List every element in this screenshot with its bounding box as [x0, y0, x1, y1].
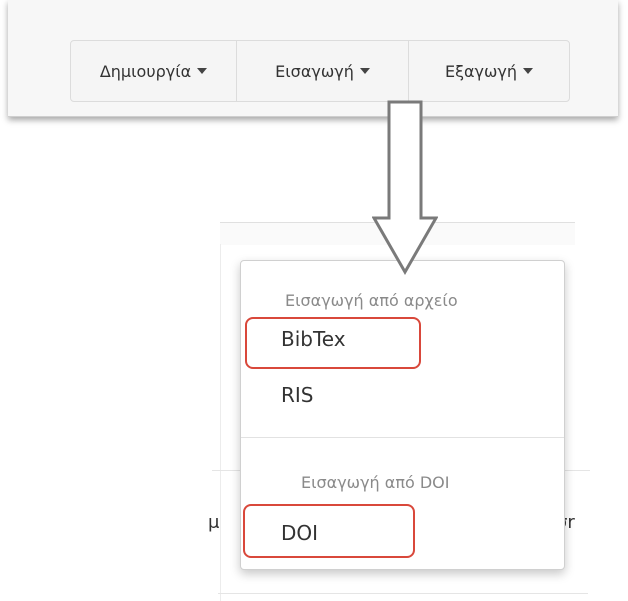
import-button-label: Εισαγωγή	[275, 61, 354, 81]
create-button-label: Δημιουργία	[99, 61, 192, 81]
import-from-file-header: Εισαγωγή από αρχείο	[285, 291, 458, 310]
background-bottom-line	[218, 593, 588, 594]
down-arrow-icon	[372, 100, 438, 275]
export-dropdown-button[interactable]: Εξαγωγή	[409, 41, 569, 101]
toolbar-button-group: Δημιουργία Εισαγωγή Εξαγωγή	[70, 40, 570, 102]
create-dropdown-button[interactable]: Δημιουργία	[71, 41, 237, 101]
caret-down-icon	[197, 68, 208, 74]
import-from-doi-header: Εισαγωγή από DOI	[301, 473, 450, 492]
caret-down-icon	[359, 68, 370, 74]
toolbar-panel: Δημιουργία Εισαγωγή Εξαγωγή	[8, 0, 618, 117]
background-text-fragment-left: μ	[208, 512, 220, 533]
doi-highlight-box	[243, 504, 415, 558]
background-border	[220, 244, 221, 601]
import-dropdown-menu: Εισαγωγή από αρχείο BibTex RIS Εισαγωγή …	[240, 260, 565, 570]
import-dropdown-button[interactable]: Εισαγωγή	[237, 41, 409, 101]
menu-divider	[241, 437, 564, 438]
export-button-label: Εξαγωγή	[444, 61, 518, 81]
caret-down-icon	[523, 68, 534, 74]
menu-item-ris[interactable]: RIS	[281, 383, 314, 407]
bibtex-highlight-box	[245, 317, 421, 369]
